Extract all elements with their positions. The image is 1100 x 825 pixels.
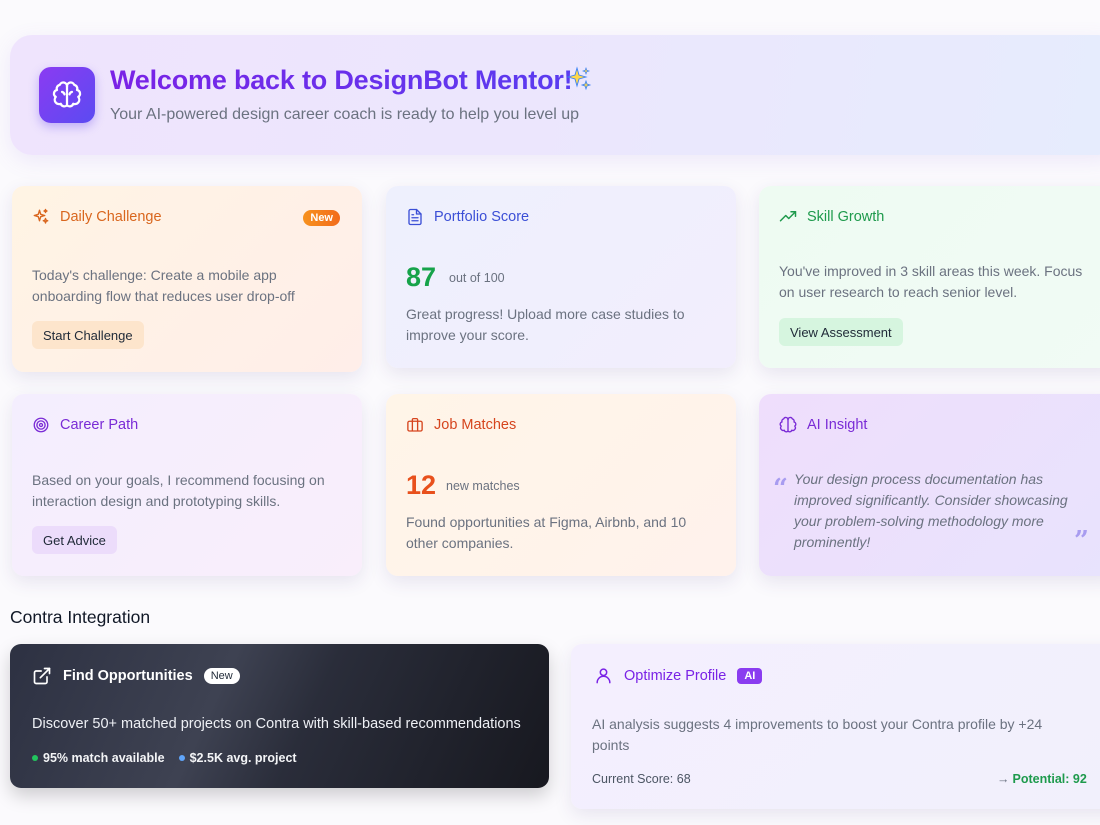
page-subtitle: Your AI-powered design career coach is r…	[110, 106, 580, 123]
ai-insight-card: AI Insight “ Your design process documen…	[759, 394, 1100, 576]
card-description: Found opportunities at Figma, Airbnb, an…	[406, 514, 687, 551]
section-title: Contra Integration	[10, 607, 151, 627]
quote-open-icon: “	[773, 474, 788, 504]
skill-growth-card: Skill Growth You've improved in 3 skill …	[759, 186, 1100, 368]
sparkles-icon	[566, 66, 592, 97]
target-icon	[33, 417, 49, 433]
card-description: You've improved in 3 skill areas this we…	[779, 263, 1083, 300]
user-icon	[596, 668, 611, 684]
sparkles-icon	[33, 208, 49, 224]
find-opportunities-card[interactable]: Find Opportunities New Discover 50+ matc…	[10, 644, 549, 788]
start-challenge-button[interactable]: Start Challenge	[32, 321, 144, 349]
arrow-right-icon: →	[997, 772, 1010, 786]
job-matches-card: Job Matches 12 new matches Found opportu…	[386, 394, 736, 576]
card-description: AI analysis suggests 4 improvements to b…	[592, 716, 1043, 753]
card-description: Today's challenge: Create a mobile app o…	[32, 267, 295, 304]
new-badge: New	[203, 668, 240, 684]
card-description: Based on your goals, I recommend focusin…	[32, 472, 325, 509]
job-matches-suffix: new matches	[446, 479, 520, 493]
card-title: Optimize Profile	[624, 667, 727, 684]
card-description: Great progress! Upload more case studies…	[406, 306, 685, 343]
potential-score: → Potential: 92	[997, 772, 1087, 786]
quote-close-icon: ”	[1074, 526, 1089, 556]
price-stat: $2.5K avg. project	[178, 751, 297, 765]
opportunity-stats: 95% match available $2.5K avg. project	[32, 751, 297, 765]
current-score: Current Score: 68	[592, 772, 691, 786]
insight-quote: Your design process documentation has im…	[794, 471, 1068, 550]
portfolio-score-card: Portfolio Score 87 out of 100 Great prog…	[386, 186, 736, 368]
brain-icon	[779, 416, 797, 433]
page-title: Welcome back to DesignBot Mentor!	[110, 65, 573, 95]
portfolio-score-suffix: out of 100	[449, 271, 505, 285]
card-description: Discover 50+ matched projects on Contra …	[32, 716, 521, 732]
external-link-icon	[33, 667, 51, 685]
optimize-profile-card[interactable]: Optimize Profile AI AI analysis suggests…	[571, 644, 1100, 809]
status-dot	[32, 754, 38, 761]
welcome-banner: Welcome back to DesignBot Mentor! Your A…	[10, 35, 1100, 155]
briefcase-icon	[407, 417, 423, 432]
get-advice-button[interactable]: Get Advice	[32, 526, 117, 554]
card-title: Daily Challenge	[60, 209, 162, 225]
daily-challenge-card: Daily Challenge New Today's challenge: C…	[12, 186, 362, 372]
status-dot	[178, 754, 185, 761]
card-title: Job Matches	[434, 417, 517, 433]
portfolio-score-value: 87	[406, 262, 437, 292]
view-assessment-button[interactable]: View Assessment	[779, 318, 903, 346]
card-title: Find Opportunities	[63, 668, 193, 684]
match-stat: 95% match available	[32, 751, 165, 765]
job-matches-count: 12	[406, 470, 437, 500]
brain-icon	[39, 67, 95, 123]
card-title: Skill Growth	[807, 209, 885, 225]
career-path-card: Career Path Based on your goals, I recom…	[12, 394, 362, 576]
card-title: Career Path	[60, 417, 139, 433]
document-icon	[408, 208, 422, 226]
trending-up-icon	[779, 211, 797, 222]
card-title: AI Insight	[807, 417, 868, 433]
card-title: Portfolio Score	[434, 209, 530, 225]
ai-badge: AI	[737, 667, 763, 684]
new-badge: New	[303, 210, 340, 226]
